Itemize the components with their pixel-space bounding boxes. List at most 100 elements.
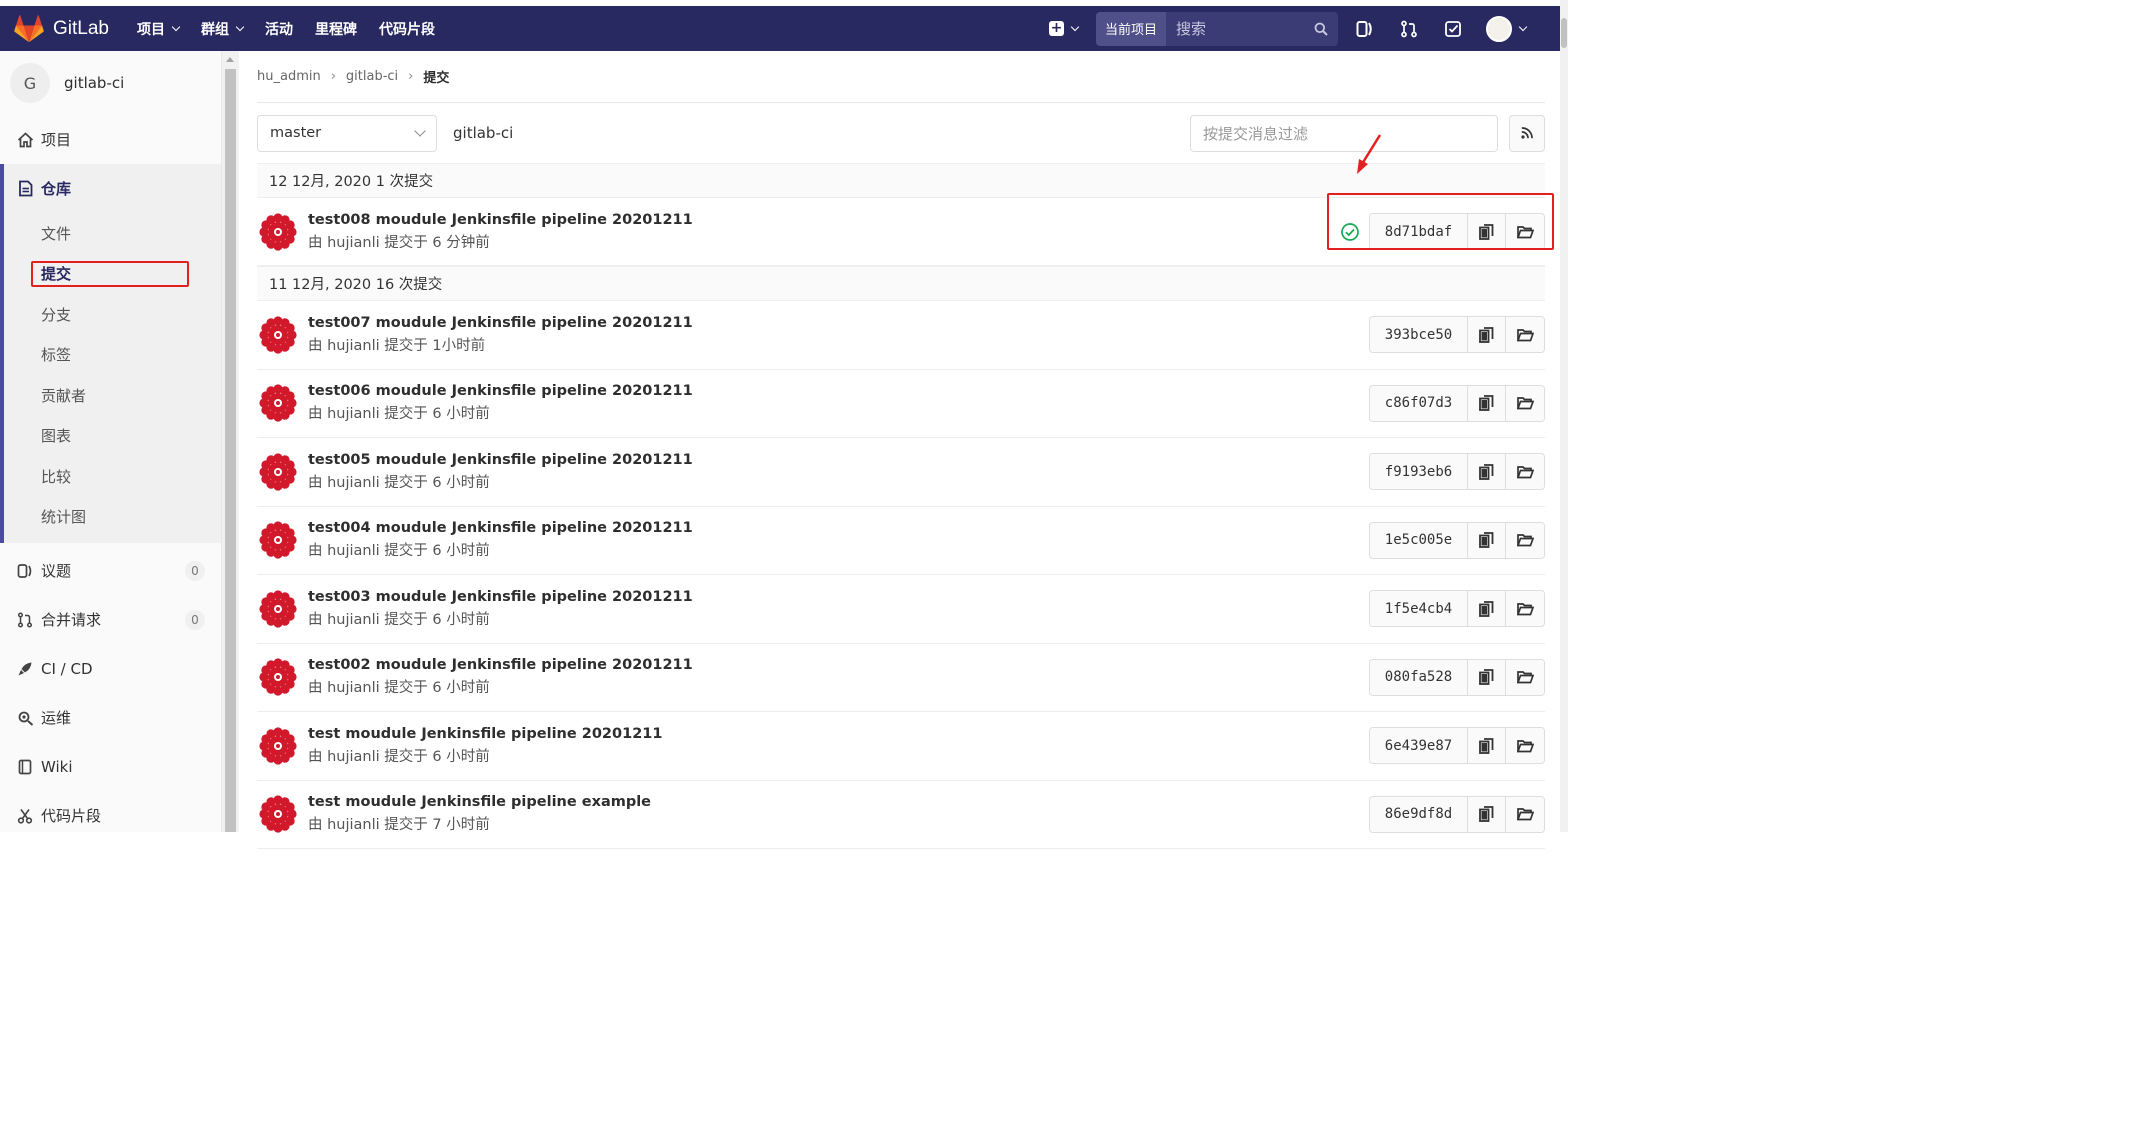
sidebar-sub-commits[interactable]: 提交 [4, 254, 221, 295]
sidebar-sub-tags[interactable]: 标签 [4, 335, 221, 376]
browse-files-button[interactable] [1506, 385, 1544, 421]
commit-title-link[interactable]: test moudule Jenkinsfile pipeline exampl… [308, 794, 651, 810]
copy-sha-button[interactable] [1468, 317, 1506, 353]
commit-title-link[interactable]: test008 moudule Jenkinsfile pipeline 202… [308, 212, 693, 228]
breadcrumb-owner[interactable]: hu_admin [257, 69, 321, 84]
copy-sha-button[interactable] [1468, 659, 1506, 695]
window-scrollbar[interactable] [1560, 0, 1568, 832]
commit-filter-input[interactable]: 按提交消息过滤 [1190, 114, 1498, 152]
issues-nav-button[interactable] [1354, 18, 1376, 40]
sidebar-sub-branches[interactable]: 分支 [4, 294, 221, 335]
search-input[interactable]: 搜索 [1166, 11, 1338, 46]
commit-title-link[interactable]: test005 moudule Jenkinsfile pipeline 202… [308, 452, 693, 468]
branch-name: master [270, 125, 322, 141]
repo-path[interactable]: gitlab-ci [453, 124, 513, 142]
sidebar-item-operations[interactable]: 运维 [0, 693, 221, 742]
filter-placeholder: 按提交消息过滤 [1203, 124, 1309, 143]
sidebar-item-repository[interactable]: 仓库 [4, 164, 221, 213]
user-avatar-icon[interactable] [259, 589, 297, 628]
plus-icon: + [1049, 20, 1064, 36]
sidebar-item-label: 运维 [41, 709, 72, 727]
sidebar-project-header[interactable]: G gitlab-ci [0, 51, 221, 115]
commit-row: test moudule Jenkinsfile pipeline exampl… [257, 781, 1545, 849]
user-avatar-icon[interactable] [259, 315, 297, 354]
annotation-highlight-box [1327, 193, 1554, 250]
commit-sha-link[interactable]: 6e439e87 [1370, 728, 1468, 764]
sidebar-sub-contributors[interactable]: 贡献者 [4, 375, 221, 416]
commit-title-link[interactable]: test006 moudule Jenkinsfile pipeline 202… [308, 383, 693, 399]
copy-sha-button[interactable] [1468, 591, 1506, 627]
gitlab-logo[interactable]: GitLab [14, 14, 109, 43]
commit-sha-link[interactable]: f9193eb6 [1370, 454, 1468, 490]
commit-sha-group: c86f07d3 [1369, 384, 1545, 422]
browse-files-button[interactable] [1506, 454, 1544, 490]
user-avatar-icon[interactable] [259, 658, 297, 697]
user-menu[interactable] [1486, 15, 1528, 42]
commit-title-link[interactable]: test003 moudule Jenkinsfile pipeline 202… [308, 589, 693, 605]
sidebar-item-snippets[interactable]: 代码片段 [0, 791, 221, 840]
sidebar-sub-charts[interactable]: 统计图 [4, 497, 221, 538]
copy-sha-button[interactable] [1468, 454, 1506, 490]
user-avatar-icon[interactable] [259, 384, 297, 423]
commit-sha-link[interactable]: 1f5e4cb4 [1370, 591, 1468, 627]
sidebar-sub-graph[interactable]: 图表 [4, 416, 221, 457]
browse-files-button[interactable] [1506, 659, 1544, 695]
browse-files-button[interactable] [1506, 522, 1544, 558]
copy-sha-button[interactable] [1468, 522, 1506, 558]
top-navbar: GitLab 项目 群组 活动 里程碑 代码片段 + 当前项目 搜索 [0, 6, 1560, 51]
nav-snippets[interactable]: 代码片段 [379, 19, 435, 39]
commit-sha-link[interactable]: 1e5c005e [1370, 522, 1468, 558]
browse-files-button[interactable] [1506, 591, 1544, 627]
browse-files-button[interactable] [1506, 317, 1544, 353]
issues-icon [16, 562, 34, 580]
commit-title-link[interactable]: test004 moudule Jenkinsfile pipeline 202… [308, 520, 693, 536]
sidebar-item-wiki[interactable]: Wiki [0, 742, 221, 791]
todos-nav-button[interactable] [1442, 18, 1464, 40]
scroll-up-arrow-icon[interactable] [226, 57, 234, 62]
branch-select[interactable]: master [257, 114, 437, 152]
project-sidebar: G gitlab-ci 项目 仓库 文件 提交 分支 标签 贡献者 图表 比较 … [0, 51, 222, 832]
commit-title-link[interactable]: test002 moudule Jenkinsfile pipeline 202… [308, 657, 693, 673]
sidebar-sub-compare[interactable]: 比较 [4, 456, 221, 497]
folder-open-icon [1516, 328, 1534, 342]
nav-milestones[interactable]: 里程碑 [315, 19, 357, 39]
scrollbar-thumb[interactable] [225, 69, 236, 832]
sidebar-item-merge-requests[interactable]: 合并请求 0 [0, 595, 221, 644]
user-avatar-icon[interactable] [259, 212, 297, 251]
copy-sha-button[interactable] [1468, 728, 1506, 764]
search-scope-badge[interactable]: 当前项目 [1096, 11, 1166, 46]
user-avatar-icon[interactable] [259, 452, 297, 491]
commit-sha-link[interactable]: 393bce50 [1370, 317, 1468, 353]
copy-sha-button[interactable] [1468, 796, 1506, 832]
navbar-right: + 当前项目 搜索 [1049, 6, 1560, 51]
nav-groups[interactable]: 群组 [201, 19, 245, 39]
user-avatar-icon[interactable] [259, 726, 297, 765]
commit-list: 12 12月, 2020 1 次提交 test008 moudule Jenki… [257, 163, 1545, 849]
commit-sha-link[interactable]: 080fa528 [1370, 659, 1468, 695]
search-box: 当前项目 搜索 [1096, 11, 1338, 46]
browse-files-button[interactable] [1506, 728, 1544, 764]
copy-sha-button[interactable] [1468, 385, 1506, 421]
user-avatar-icon[interactable] [259, 521, 297, 560]
nav-projects[interactable]: 项目 [137, 19, 181, 39]
new-dropdown-button[interactable]: + [1049, 20, 1080, 36]
commit-sha-link[interactable]: 86e9df8d [1370, 796, 1468, 832]
sidebar-item-issues[interactable]: 议题 0 [0, 546, 221, 595]
nav-activity[interactable]: 活动 [265, 19, 293, 39]
commit-sha-link[interactable]: c86f07d3 [1370, 385, 1468, 421]
sidebar-sub-files[interactable]: 文件 [4, 213, 221, 254]
commit-title-link[interactable]: test007 moudule Jenkinsfile pipeline 202… [308, 315, 693, 331]
sidebar-item-ci-cd[interactable]: CI / CD [0, 644, 221, 693]
user-avatar-icon[interactable] [259, 795, 297, 834]
breadcrumb-project[interactable]: gitlab-ci [346, 69, 398, 84]
sidebar-item-project[interactable]: 项目 [0, 115, 221, 164]
browse-files-button[interactable] [1506, 796, 1544, 832]
chevron-right-icon: › [408, 69, 414, 84]
breadcrumb-current[interactable]: 提交 [423, 67, 449, 86]
commit-title-link[interactable]: test moudule Jenkinsfile pipeline 202012… [308, 726, 662, 742]
commit-info: test008 moudule Jenkinsfile pipeline 202… [308, 212, 693, 252]
sidebar-scrollbar[interactable] [222, 51, 239, 832]
project-avatar: G [10, 63, 50, 103]
merge-requests-nav-button[interactable] [1398, 18, 1420, 40]
rss-feed-button[interactable] [1509, 114, 1545, 152]
